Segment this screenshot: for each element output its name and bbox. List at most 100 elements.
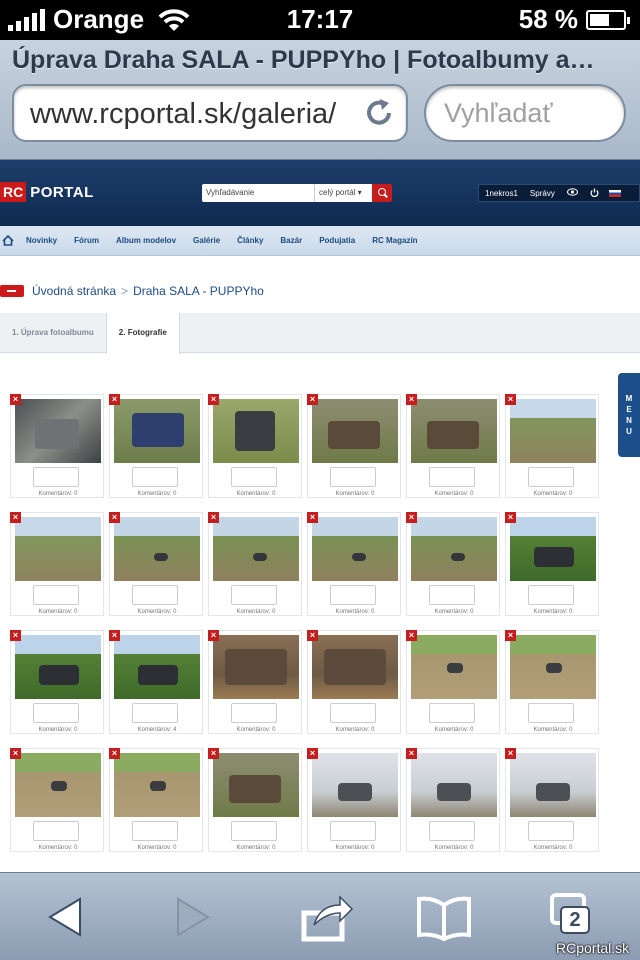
photo-card[interactable]: × Komentárov: 0 xyxy=(208,394,302,498)
caption-input[interactable] xyxy=(330,585,376,605)
power-icon[interactable] xyxy=(584,188,605,199)
delete-icon[interactable]: × xyxy=(505,394,516,405)
photo-thumbnail[interactable] xyxy=(312,635,398,699)
delete-icon[interactable]: × xyxy=(109,394,120,405)
photo-card[interactable]: × Komentárov: 0 xyxy=(10,630,104,734)
photo-card[interactable]: × Komentárov: 0 xyxy=(505,748,599,852)
caption-input[interactable] xyxy=(33,585,79,605)
photo-thumbnail[interactable] xyxy=(15,399,101,463)
search-icon[interactable] xyxy=(372,184,392,202)
photo-thumbnail[interactable] xyxy=(510,399,596,463)
delete-icon[interactable]: × xyxy=(406,512,417,523)
photo-card[interactable]: × Komentárov: 0 xyxy=(307,394,401,498)
delete-icon[interactable]: × xyxy=(505,512,516,523)
username-link[interactable]: 1nekros1 xyxy=(479,189,524,198)
photo-thumbnail[interactable] xyxy=(114,753,200,817)
caption-input[interactable] xyxy=(231,467,277,487)
nav-podujatia[interactable]: Podujatia xyxy=(319,236,355,245)
photo-thumbnail[interactable] xyxy=(213,753,299,817)
photo-card[interactable]: × Komentárov: 0 xyxy=(208,748,302,852)
site-logo[interactable]: RC PORTAL xyxy=(0,181,94,203)
nav-album-modelov[interactable]: Album modelov xyxy=(116,236,176,245)
photo-card[interactable]: × Komentárov: 0 xyxy=(307,512,401,616)
photo-thumbnail[interactable] xyxy=(114,517,200,581)
caption-input[interactable] xyxy=(231,703,277,723)
photo-thumbnail[interactable] xyxy=(411,753,497,817)
photo-thumbnail[interactable] xyxy=(510,753,596,817)
caption-input[interactable] xyxy=(429,821,475,841)
photo-thumbnail[interactable] xyxy=(15,635,101,699)
side-menu-button[interactable]: M E N U xyxy=(618,373,640,457)
tab-edit-album[interactable]: 1. Úprava fotoalbumu xyxy=(0,313,106,352)
photo-card[interactable]: × Komentárov: 4 xyxy=(109,630,203,734)
photo-card[interactable]: × Komentárov: 0 xyxy=(208,512,302,616)
photo-card[interactable]: × Komentárov: 0 xyxy=(109,394,203,498)
nav-novinky[interactable]: Novinky xyxy=(26,236,57,245)
home-icon[interactable] xyxy=(2,235,14,246)
photo-card[interactable]: × Komentárov: 0 xyxy=(10,512,104,616)
delete-icon[interactable]: × xyxy=(307,394,318,405)
photo-thumbnail[interactable] xyxy=(15,753,101,817)
caption-input[interactable] xyxy=(33,467,79,487)
delete-icon[interactable]: × xyxy=(505,630,516,641)
nav-forum[interactable]: Fórum xyxy=(74,236,99,245)
back-arrow-icon[interactable] xyxy=(0,285,24,297)
search-input[interactable]: Vyhľadať xyxy=(424,84,626,142)
delete-icon[interactable]: × xyxy=(307,748,318,759)
caption-input[interactable] xyxy=(429,703,475,723)
messages-link[interactable]: Správy xyxy=(524,189,561,198)
delete-icon[interactable]: × xyxy=(109,748,120,759)
back-icon[interactable] xyxy=(40,887,100,947)
delete-icon[interactable]: × xyxy=(208,748,219,759)
caption-input[interactable] xyxy=(330,467,376,487)
photo-card[interactable]: × Komentárov: 0 xyxy=(406,512,500,616)
photo-card[interactable]: × Komentárov: 0 xyxy=(406,748,500,852)
caption-input[interactable] xyxy=(429,585,475,605)
photo-thumbnail[interactable] xyxy=(15,517,101,581)
photo-card[interactable]: × Komentárov: 0 xyxy=(10,748,104,852)
caption-input[interactable] xyxy=(132,703,178,723)
delete-icon[interactable]: × xyxy=(10,630,21,641)
photo-thumbnail[interactable] xyxy=(114,399,200,463)
photo-card[interactable]: × Komentárov: 0 xyxy=(10,394,104,498)
photo-card[interactable]: × Komentárov: 0 xyxy=(406,394,500,498)
caption-input[interactable] xyxy=(33,821,79,841)
photo-thumbnail[interactable] xyxy=(213,399,299,463)
search-scope-select[interactable]: celý portál ▾ xyxy=(314,184,372,202)
caption-input[interactable] xyxy=(330,703,376,723)
delete-icon[interactable]: × xyxy=(208,394,219,405)
photo-card[interactable]: × Komentárov: 0 xyxy=(505,512,599,616)
photo-thumbnail[interactable] xyxy=(213,517,299,581)
delete-icon[interactable]: × xyxy=(208,630,219,641)
delete-icon[interactable]: × xyxy=(307,512,318,523)
tab-photos[interactable]: 2. Fotografie xyxy=(105,313,180,354)
caption-input[interactable] xyxy=(231,585,277,605)
site-search-input[interactable]: Vyhľadávanie xyxy=(202,184,314,202)
breadcrumb-album[interactable]: Draha SALA - PUPPYho xyxy=(133,284,264,298)
delete-icon[interactable]: × xyxy=(109,630,120,641)
photo-thumbnail[interactable] xyxy=(114,635,200,699)
photo-card[interactable]: × Komentárov: 0 xyxy=(208,630,302,734)
photo-card[interactable]: × Komentárov: 0 xyxy=(406,630,500,734)
caption-input[interactable] xyxy=(528,585,574,605)
delete-icon[interactable]: × xyxy=(10,512,21,523)
photo-thumbnail[interactable] xyxy=(312,517,398,581)
nav-clanky[interactable]: Články xyxy=(237,236,263,245)
photo-card[interactable]: × Komentárov: 0 xyxy=(307,630,401,734)
bookmarks-icon[interactable] xyxy=(414,887,474,947)
url-bar[interactable]: www.rcportal.sk/galeria/ xyxy=(12,84,408,142)
photo-thumbnail[interactable] xyxy=(213,635,299,699)
photo-thumbnail[interactable] xyxy=(510,517,596,581)
delete-icon[interactable]: × xyxy=(406,748,417,759)
delete-icon[interactable]: × xyxy=(109,512,120,523)
tab-count[interactable]: 2 xyxy=(560,906,590,934)
reload-icon[interactable] xyxy=(362,96,396,130)
eye-icon[interactable] xyxy=(561,188,584,198)
caption-input[interactable] xyxy=(231,821,277,841)
nav-rc-magazin[interactable]: RC Magazín xyxy=(372,236,417,245)
photo-thumbnail[interactable] xyxy=(312,753,398,817)
nav-galerie[interactable]: Galérie xyxy=(193,236,220,254)
caption-input[interactable] xyxy=(132,821,178,841)
caption-input[interactable] xyxy=(528,703,574,723)
photo-card[interactable]: × Komentárov: 0 xyxy=(109,748,203,852)
